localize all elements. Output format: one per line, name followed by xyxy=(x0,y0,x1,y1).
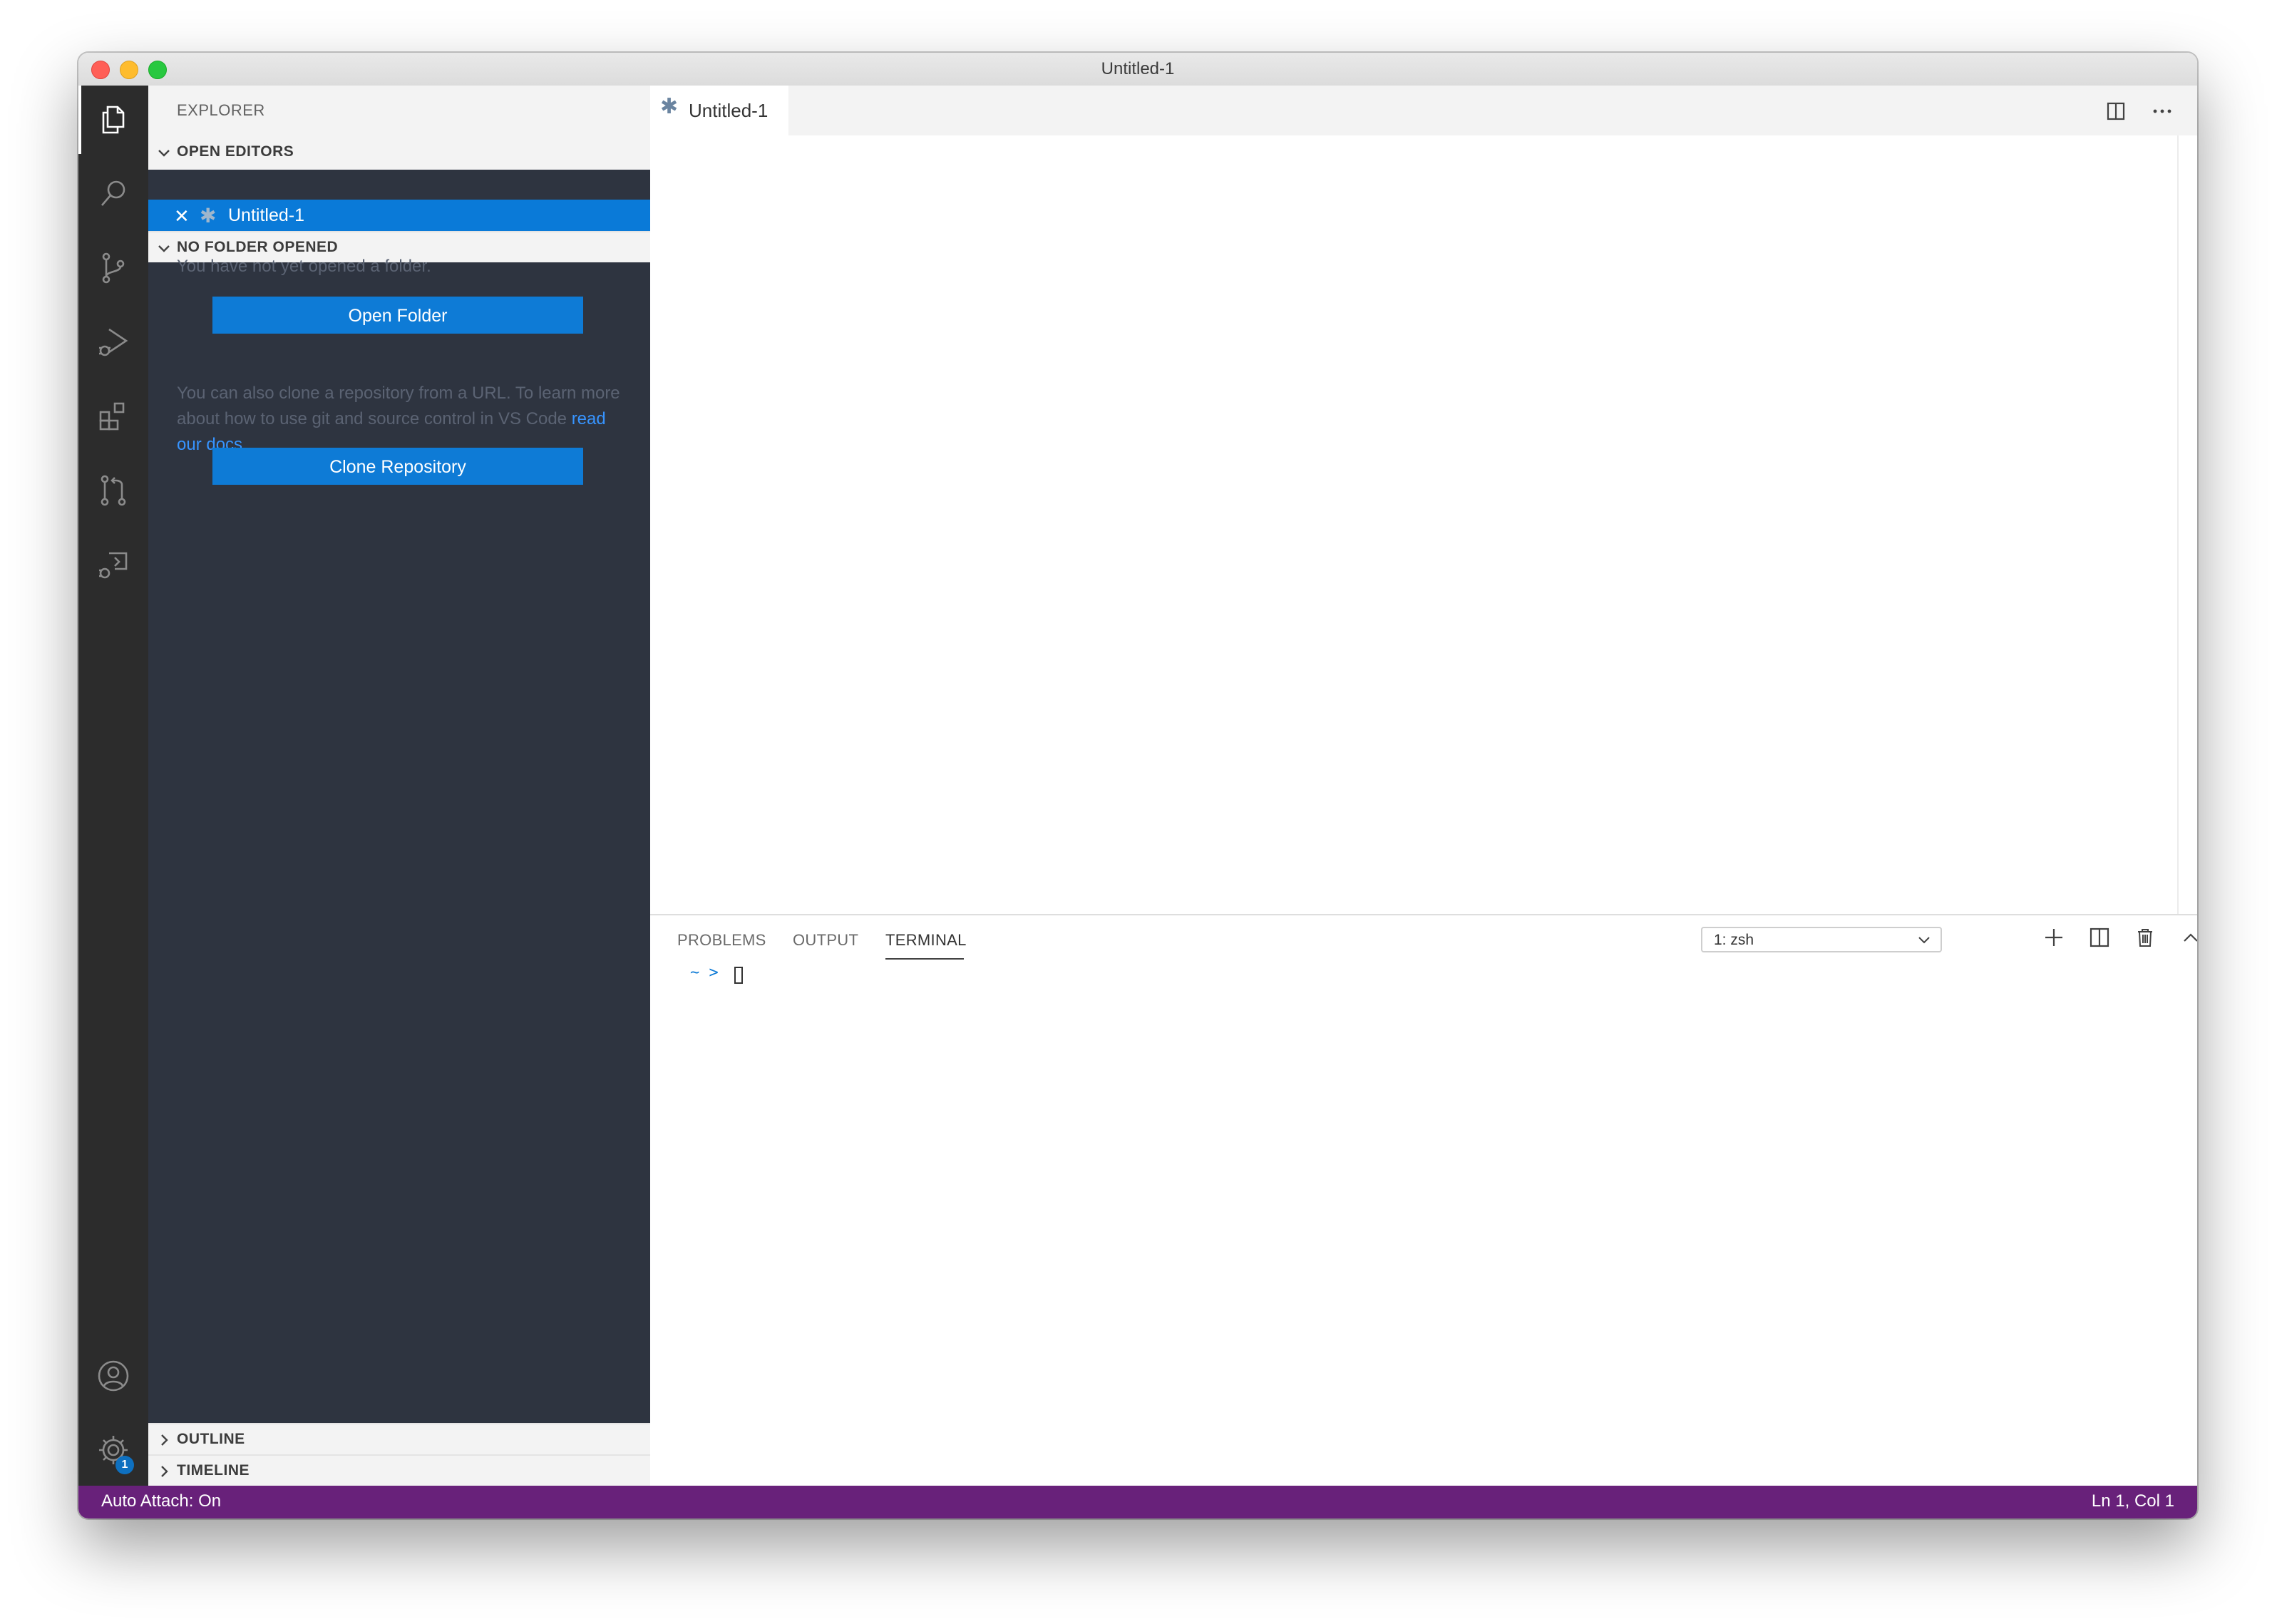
chevron-right-icon xyxy=(161,1466,168,1477)
extensions-icon[interactable] xyxy=(78,382,148,451)
vscode-window: Untitled-1 1 EXPLORER OPEN EDITORS ✕ ✱ U… xyxy=(78,53,2197,1518)
open-editor-name: Untitled-1 xyxy=(228,205,304,225)
no-folder-message: You have not yet opened a folder. xyxy=(177,257,431,276)
clone-message: You can also clone a repository from a U… xyxy=(177,381,633,458)
split-terminal-icon[interactable] xyxy=(2089,927,2110,948)
sidebar-title: EXPLORER xyxy=(177,101,265,119)
no-folder-label: NO FOLDER OPENED xyxy=(177,239,339,255)
editor-tab-bar: ✱ Untitled-1 xyxy=(650,86,2197,135)
terminal-select[interactable]: 1: zsh xyxy=(1701,927,1942,952)
explorer-sidebar: EXPLORER OPEN EDITORS ✕ ✱ Untitled-1 NO … xyxy=(148,86,650,1486)
window-title: Untitled-1 xyxy=(1101,59,1175,78)
timeline-section-header[interactable]: TIMELINE xyxy=(148,1454,650,1486)
trash-icon[interactable] xyxy=(2134,927,2156,948)
terminal-select-value: 1: zsh xyxy=(1714,932,1754,948)
tab-untitled-1[interactable]: ✱ Untitled-1 xyxy=(650,86,788,135)
open-folder-button[interactable]: Open Folder xyxy=(212,297,583,334)
timeline-label: TIMELINE xyxy=(177,1462,250,1479)
chevron-down-icon xyxy=(1918,937,1930,944)
tab-label: Untitled-1 xyxy=(689,100,769,121)
editor-scrollbar[interactable] xyxy=(2177,135,2179,914)
search-icon[interactable] xyxy=(78,160,148,228)
activity-bar: 1 xyxy=(78,86,148,1486)
clone-message-text: You can also clone a repository from a U… xyxy=(177,384,620,428)
status-bar: Auto Attach: On Ln 1, Col 1 xyxy=(78,1486,2197,1518)
manage-gear-icon[interactable]: 1 xyxy=(78,1416,148,1484)
more-actions-icon[interactable] xyxy=(2152,101,2173,121)
close-icon[interactable]: ✕ xyxy=(174,205,190,227)
clone-repository-button[interactable]: Clone Repository xyxy=(212,448,583,485)
open-editor-item[interactable]: ✕ ✱ Untitled-1 xyxy=(148,200,650,231)
bottom-panel: PROBLEMS OUTPUT TERMINAL 1: zsh ~ > xyxy=(650,914,2197,1486)
auto-attach-status[interactable]: Auto Attach: On xyxy=(101,1491,221,1511)
open-editors-label: OPEN EDITORS xyxy=(177,143,294,160)
outline-label: OUTLINE xyxy=(177,1431,245,1447)
tab-terminal[interactable]: TERMINAL xyxy=(885,931,967,950)
run-debug-icon[interactable] xyxy=(78,308,148,376)
tab-problems[interactable]: PROBLEMS xyxy=(677,931,766,950)
terminal-prompt: ~ > xyxy=(690,964,719,982)
maximize-panel-icon[interactable] xyxy=(2180,927,2197,948)
settings-badge: 1 xyxy=(115,1456,134,1474)
explorer-icon[interactable] xyxy=(78,86,148,154)
split-editor-icon[interactable] xyxy=(2106,101,2126,121)
remote-explorer-icon[interactable] xyxy=(78,530,148,599)
outline-section-header[interactable]: OUTLINE xyxy=(148,1423,650,1454)
pull-requests-icon[interactable] xyxy=(78,456,148,525)
active-tab-indicator xyxy=(885,958,964,960)
tab-output[interactable]: OUTPUT xyxy=(793,931,858,950)
accounts-icon[interactable] xyxy=(78,1342,148,1410)
editor-area[interactable]: ✱ Untitled-1 xyxy=(650,86,2197,914)
chevron-down-icon xyxy=(158,150,170,157)
dirty-indicator-icon: ✱ xyxy=(200,205,217,227)
chevron-down-icon xyxy=(158,245,170,252)
title-bar: Untitled-1 xyxy=(78,53,2197,87)
chevron-right-icon xyxy=(161,1434,168,1446)
open-editors-section-header[interactable]: OPEN EDITORS xyxy=(148,137,650,170)
new-terminal-icon[interactable] xyxy=(2043,927,2065,948)
source-control-icon[interactable] xyxy=(78,234,148,302)
dirty-indicator-icon: ✱ xyxy=(660,95,679,118)
cursor-position-status[interactable]: Ln 1, Col 1 xyxy=(2092,1491,2174,1511)
terminal-cursor[interactable] xyxy=(734,967,743,984)
